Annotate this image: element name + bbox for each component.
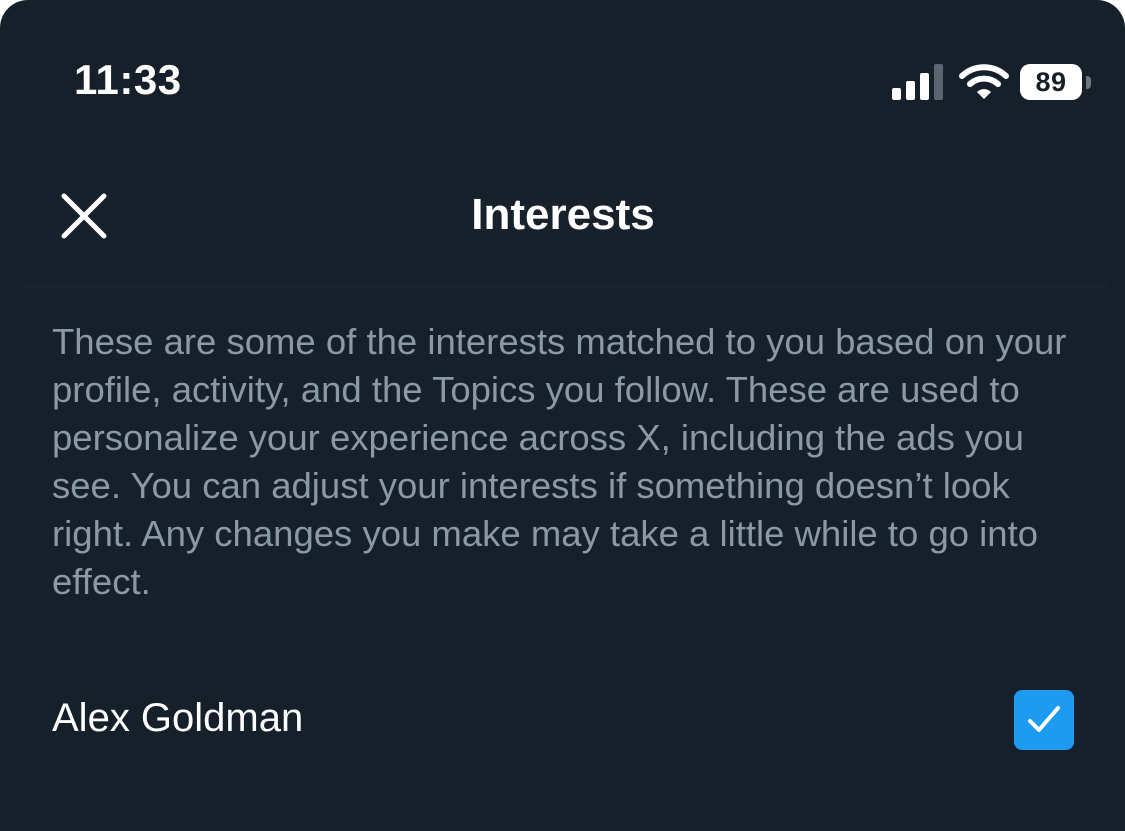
battery-icon: 89 [1020, 64, 1094, 102]
status-time: 11:33 [74, 56, 182, 103]
checkmark-icon [1028, 706, 1060, 732]
status-bar: 11:33 89 [0, 0, 1125, 160]
page-title: Interests [471, 190, 655, 239]
signal-icon [892, 64, 943, 100]
interest-label: Alex Goldman [52, 696, 304, 740]
header: Interests [18, 150, 1108, 287]
interests-screen: 11:33 89 Interests These are some of the… [0, 0, 1125, 831]
battery-level: 89 [1035, 67, 1067, 97]
wifi-icon [959, 64, 1009, 99]
interest-row[interactable]: Alex Goldman [0, 670, 1125, 770]
interests-description: These are some of the interests matched … [52, 321, 1067, 602]
interest-checkbox[interactable] [1014, 690, 1074, 750]
